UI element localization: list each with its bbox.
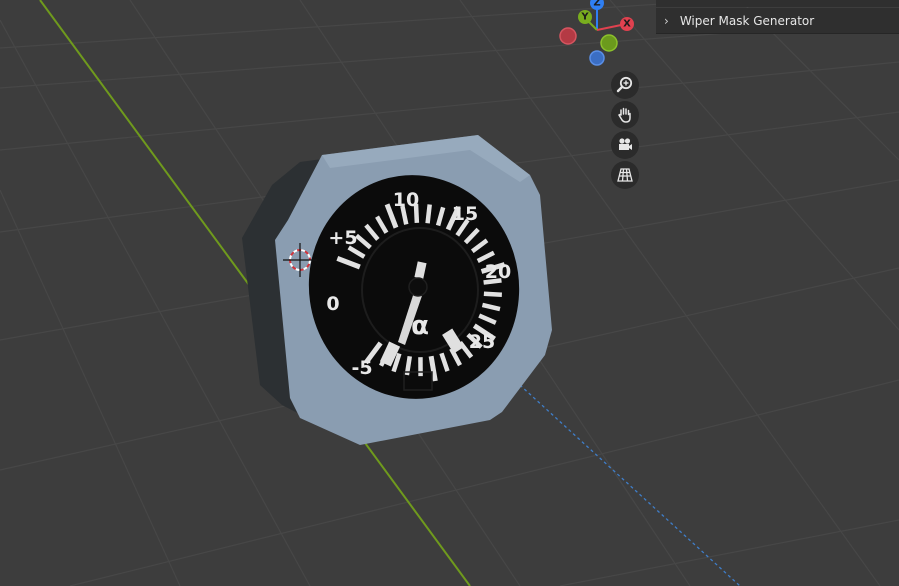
3d-viewport[interactable]: -5 0 +5 10 15 20 25 α Z Y X [0, 0, 899, 586]
gizmo-neg-x[interactable] [559, 27, 577, 45]
scale-label-0: 0 [326, 293, 339, 315]
dial-tick [483, 291, 503, 298]
scale-label-plus5: +5 [328, 227, 357, 249]
scale-label-25: 25 [469, 331, 495, 353]
hand-icon [618, 107, 631, 123]
dial-tick [425, 204, 432, 224]
needle-hub [408, 277, 428, 297]
perspective-toggle-button[interactable] [611, 161, 639, 189]
camera-button[interactable] [611, 131, 639, 159]
grid-icon [617, 168, 633, 182]
zoom-icon [616, 76, 633, 93]
chevron-right-icon[interactable]: › [664, 8, 676, 34]
svg-text:Z: Z [593, 0, 600, 9]
scale-label-minus5: -5 [351, 357, 372, 379]
panel-label: Wiper Mask Generator [679, 14, 815, 28]
gizmo-neg-y[interactable] [600, 34, 618, 52]
viewport-canvas[interactable]: -5 0 +5 10 15 20 25 α Z Y X [0, 0, 899, 586]
scale-label-20: 20 [485, 261, 511, 283]
sidebar-panel-top [656, 0, 899, 7]
panel-wiper-mask-generator[interactable]: › Wiper Mask Generator [656, 8, 899, 34]
gauge-model[interactable]: -5 0 +5 10 15 20 25 α [242, 135, 552, 445]
camera-icon [619, 138, 632, 150]
scale-label-10: 10 [393, 189, 419, 211]
svg-text:X: X [623, 19, 631, 30]
gizmo-neg-z[interactable] [589, 50, 605, 66]
pan-button[interactable] [611, 101, 639, 129]
zoom-button[interactable] [611, 71, 639, 99]
svg-text:Y: Y [580, 12, 589, 23]
scale-label-15: 15 [452, 203, 478, 225]
